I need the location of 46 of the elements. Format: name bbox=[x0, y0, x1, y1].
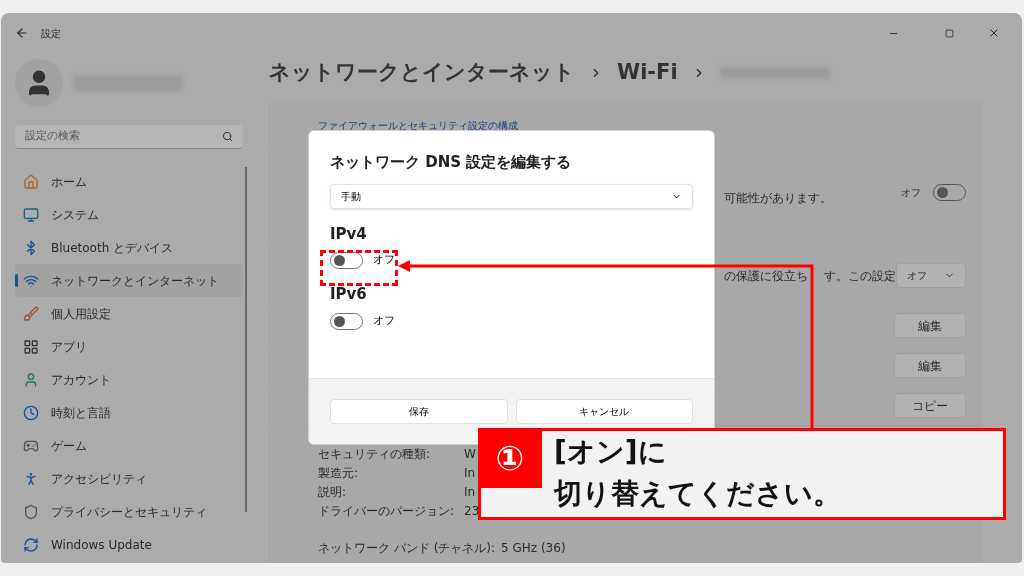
nav-item[interactable]: ホーム bbox=[15, 165, 243, 198]
setting-description: 可能性があります。 bbox=[724, 190, 832, 207]
property-label: ドライバーのバージョン: bbox=[318, 503, 456, 520]
edit-button[interactable]: コピー bbox=[894, 393, 966, 418]
instruction-text: 切り替えてください。 bbox=[554, 476, 841, 512]
nav-item[interactable]: ネットワークとインターネット bbox=[15, 264, 243, 297]
property-label: 製造元: bbox=[318, 465, 360, 482]
setting-description: の保護に役立ち bbox=[724, 267, 808, 285]
breadcrumb-item[interactable]: Wi-Fi bbox=[617, 57, 678, 89]
property-label: 説明: bbox=[318, 484, 348, 501]
nav-item[interactable]: システム bbox=[15, 198, 243, 231]
edit-button[interactable]: 編集 bbox=[894, 313, 966, 338]
instruction-text: [オン]に bbox=[554, 434, 668, 470]
nav-item[interactable]: 個人用設定 bbox=[15, 297, 243, 330]
dns-mode-dropdown[interactable]: 手動 bbox=[330, 183, 693, 209]
nav-item[interactable]: ゲーム bbox=[15, 429, 243, 462]
dialog-title: ネットワーク DNS 設定を編集する bbox=[330, 152, 573, 173]
nav-item[interactable]: Windows Update bbox=[15, 528, 243, 561]
cancel-button[interactable]: キャンセル bbox=[515, 399, 693, 424]
nav-item[interactable]: アプリ bbox=[15, 330, 243, 363]
nav-item[interactable]: Bluetooth とデバイス bbox=[15, 231, 243, 264]
window-title: 設定 bbox=[41, 26, 61, 41]
toggle-state-label: オフ bbox=[373, 312, 395, 329]
search-field[interactable]: 設定の検索 bbox=[15, 125, 243, 149]
toggle-state-label: オフ bbox=[373, 252, 395, 269]
nav-item[interactable]: アクセシビリティ bbox=[15, 462, 243, 495]
step-badge: ① bbox=[478, 428, 542, 488]
property-value: 5 GHz (36) bbox=[501, 540, 566, 557]
edit-button[interactable]: 編集 bbox=[894, 353, 966, 378]
property-value: In bbox=[464, 465, 476, 482]
property-value: 23 bbox=[464, 503, 480, 520]
property-label: ネットワーク バンド (チャネル): bbox=[318, 540, 497, 557]
property-value: W bbox=[464, 446, 476, 463]
dropdown[interactable]: オフ bbox=[896, 263, 966, 288]
toggle-state-label: オフ bbox=[901, 185, 921, 200]
nav-item[interactable]: 時刻と言語 bbox=[15, 396, 243, 429]
setting-description: す。この設定 bbox=[824, 267, 896, 285]
nav-item[interactable]: プライバシーとセキュリティ bbox=[15, 495, 243, 528]
firewall-link[interactable]: ファイアウォールとセキュリティ設定の構成 bbox=[318, 118, 518, 133]
section-label: IPv4 bbox=[330, 223, 368, 245]
breadcrumb-item[interactable]: ネットワークとインターネット bbox=[269, 57, 575, 89]
section-label: IPv6 bbox=[330, 284, 368, 305]
nav-item[interactable]: アカウント bbox=[15, 363, 243, 396]
property-label: セキュリティの種類: bbox=[318, 446, 432, 463]
property-value: In bbox=[464, 484, 476, 501]
save-button[interactable]: 保存 bbox=[330, 399, 508, 424]
